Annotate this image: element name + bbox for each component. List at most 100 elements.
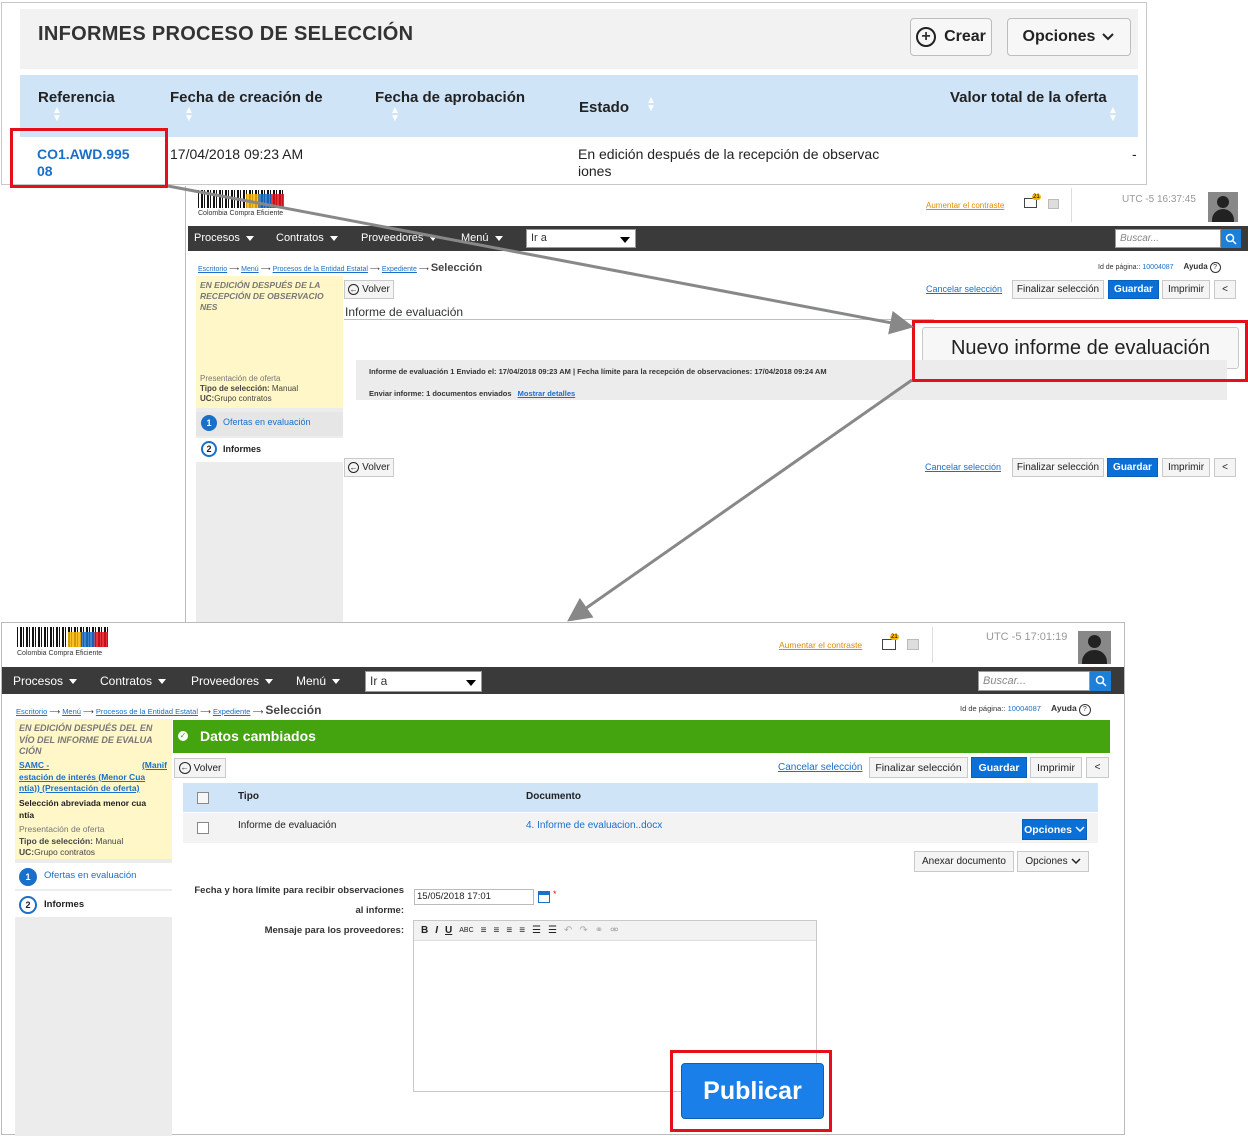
step-1-label[interactable]: Ofertas en evaluación <box>223 417 311 427</box>
collapse-button[interactable]: < <box>1086 757 1109 778</box>
save-button[interactable]: Guardar <box>1108 280 1159 299</box>
back-button-bottom[interactable]: ← Volver <box>344 458 394 477</box>
attach-document-button[interactable]: Anexar documento <box>914 851 1014 872</box>
redo-icon[interactable]: ↷ <box>579 925 587 936</box>
mail-icon[interactable] <box>882 639 896 650</box>
search-input[interactable]: Buscar... <box>978 671 1090 691</box>
collapse-button-bottom[interactable]: < <box>1214 458 1236 477</box>
finish-selection-button[interactable]: Finalizar selección <box>1012 280 1104 299</box>
help-link[interactable]: Ayuda <box>1184 262 1208 271</box>
search-icon <box>1095 675 1107 687</box>
row-options-button[interactable]: Opciones <box>1022 819 1087 840</box>
document-icon[interactable] <box>907 639 919 650</box>
col-header-reference[interactable]: Referencia <box>38 89 115 106</box>
help-icon[interactable]: ? <box>1209 262 1221 273</box>
step-2-row[interactable] <box>15 891 172 917</box>
step-1-label[interactable]: Ofertas en evaluación <box>44 870 136 881</box>
cancel-selection-link[interactable]: Cancelar selección <box>778 762 863 773</box>
nav-proveedores[interactable]: Proveedores <box>191 674 274 688</box>
breadcrumb-escritorio[interactable]: Escritorio <box>198 266 227 273</box>
breadcrumb-expediente[interactable]: Expediente <box>382 266 417 273</box>
show-details-link[interactable]: Mostrar detalles <box>518 389 576 398</box>
spellcheck-icon[interactable]: ABC <box>459 927 473 934</box>
nav-menu[interactable]: Menú <box>461 232 503 244</box>
page-id-link[interactable]: 10004087 <box>1142 264 1173 271</box>
step-2-label[interactable]: Informes <box>223 444 261 454</box>
nav-contratos[interactable]: Contratos <box>276 232 338 244</box>
options-button[interactable]: Opciones <box>1017 851 1089 872</box>
goto-select[interactable]: Ir a <box>365 671 482 692</box>
link-icon[interactable]: ⚭ <box>595 925 603 936</box>
breadcrumb-menu[interactable]: Menú <box>241 266 259 273</box>
contrast-link[interactable]: Aumentar el contraste <box>779 640 862 650</box>
print-button-bottom[interactable]: Imprimir <box>1162 458 1210 477</box>
sort-icon[interactable]: ▲ ▼ <box>646 96 656 114</box>
breadcrumb-escritorio[interactable]: Escritorio <box>16 707 47 716</box>
breadcrumb-processes[interactable]: Procesos de la Entidad Estatal <box>96 707 198 716</box>
help-icon[interactable]: ? <box>1078 704 1091 716</box>
nav-procesos[interactable]: Procesos <box>13 674 78 688</box>
calendar-icon[interactable] <box>538 891 550 903</box>
sort-icon[interactable]: ▲ ▼ <box>52 106 62 124</box>
back-arrow-icon: ← <box>348 284 360 295</box>
finish-selection-button-bottom[interactable]: Finalizar selección <box>1012 458 1104 477</box>
finish-selection-button[interactable]: Finalizar selección <box>869 757 968 778</box>
col-header-status[interactable]: Estado <box>579 99 629 116</box>
back-arrow-icon: ← <box>348 462 360 473</box>
back-button[interactable]: ← Volver <box>344 280 394 299</box>
unlink-icon[interactable]: ⚮ <box>610 925 618 936</box>
avatar[interactable] <box>1208 192 1238 222</box>
align-left-icon[interactable]: ≡ <box>481 925 487 936</box>
process-link[interactable]: SAMC - (Manif estación de interés (Menor … <box>19 760 167 795</box>
underline-icon[interactable]: U <box>445 925 452 936</box>
step-2-row[interactable] <box>196 438 343 462</box>
goto-select[interactable]: Ir a <box>526 229 636 248</box>
create-button[interactable]: + Crear <box>910 18 992 56</box>
undo-icon[interactable]: ↶ <box>564 925 572 936</box>
breadcrumb-expediente[interactable]: Expediente <box>213 707 251 716</box>
nav-menu[interactable]: Menú <box>296 674 341 688</box>
sort-icon[interactable]: ▲ ▼ <box>184 106 194 124</box>
print-button[interactable]: Imprimir <box>1162 280 1210 299</box>
col-header-created[interactable]: Fecha de creación de <box>170 89 323 106</box>
cancel-selection-link[interactable]: Cancelar selección <box>926 284 1002 294</box>
save-button-bottom[interactable]: Guardar <box>1107 458 1158 477</box>
document-icon[interactable] <box>1048 199 1059 209</box>
help-link[interactable]: Ayuda <box>1051 703 1077 713</box>
breadcrumb-menu[interactable]: Menú <box>62 707 81 716</box>
numbered-list-icon[interactable]: ☰ <box>548 925 557 936</box>
select-all-checkbox[interactable] <box>197 792 209 804</box>
nav-contratos[interactable]: Contratos <box>100 674 167 688</box>
justify-icon[interactable]: ≡ <box>519 925 525 936</box>
avatar[interactable] <box>1078 631 1111 664</box>
step-2-label[interactable]: Informes <box>44 899 84 910</box>
contrast-link[interactable]: Aumentar el contraste <box>926 201 1004 210</box>
new-report-highlight <box>912 320 1248 382</box>
col-header-total[interactable]: Valor total de la oferta <box>950 89 1107 106</box>
italic-icon[interactable]: I <box>435 925 438 936</box>
document-link[interactable]: 4. Informe de evaluacion..docx <box>526 820 662 831</box>
save-button[interactable]: Guardar <box>971 757 1027 778</box>
search-button[interactable] <box>1221 229 1241 248</box>
nav-procesos[interactable]: Procesos <box>194 232 254 244</box>
bullet-list-icon[interactable]: ☰ <box>532 925 541 936</box>
status-text: EN EDICIÓN DESPUÉS DEL EN VÍO DEL INFORME… <box>19 723 153 756</box>
collapse-button[interactable]: < <box>1214 280 1236 299</box>
col-header-approved[interactable]: Fecha de aprobación <box>375 89 525 106</box>
bold-icon[interactable]: B <box>421 925 428 936</box>
breadcrumb-processes[interactable]: Procesos de la Entidad Estatal <box>273 266 368 273</box>
options-button[interactable]: Opciones <box>1007 18 1131 56</box>
align-center-icon[interactable]: ≡ <box>494 925 500 936</box>
deadline-input[interactable]: 15/05/2018 17:01 <box>414 889 534 905</box>
nav-proveedores[interactable]: Proveedores <box>361 232 438 244</box>
sort-icon[interactable]: ▲ ▼ <box>1108 106 1118 124</box>
print-button[interactable]: Imprimir <box>1030 757 1082 778</box>
page-id-link[interactable]: 10004087 <box>1008 704 1041 713</box>
sort-icon[interactable]: ▲ ▼ <box>390 106 400 124</box>
back-button[interactable]: ← Volver <box>174 758 226 778</box>
row-checkbox[interactable] <box>197 822 209 834</box>
search-input[interactable]: Buscar... <box>1115 229 1221 248</box>
cancel-selection-link-bottom[interactable]: Cancelar selección <box>925 462 1001 472</box>
search-button[interactable] <box>1090 671 1111 691</box>
align-right-icon[interactable]: ≡ <box>506 925 512 936</box>
